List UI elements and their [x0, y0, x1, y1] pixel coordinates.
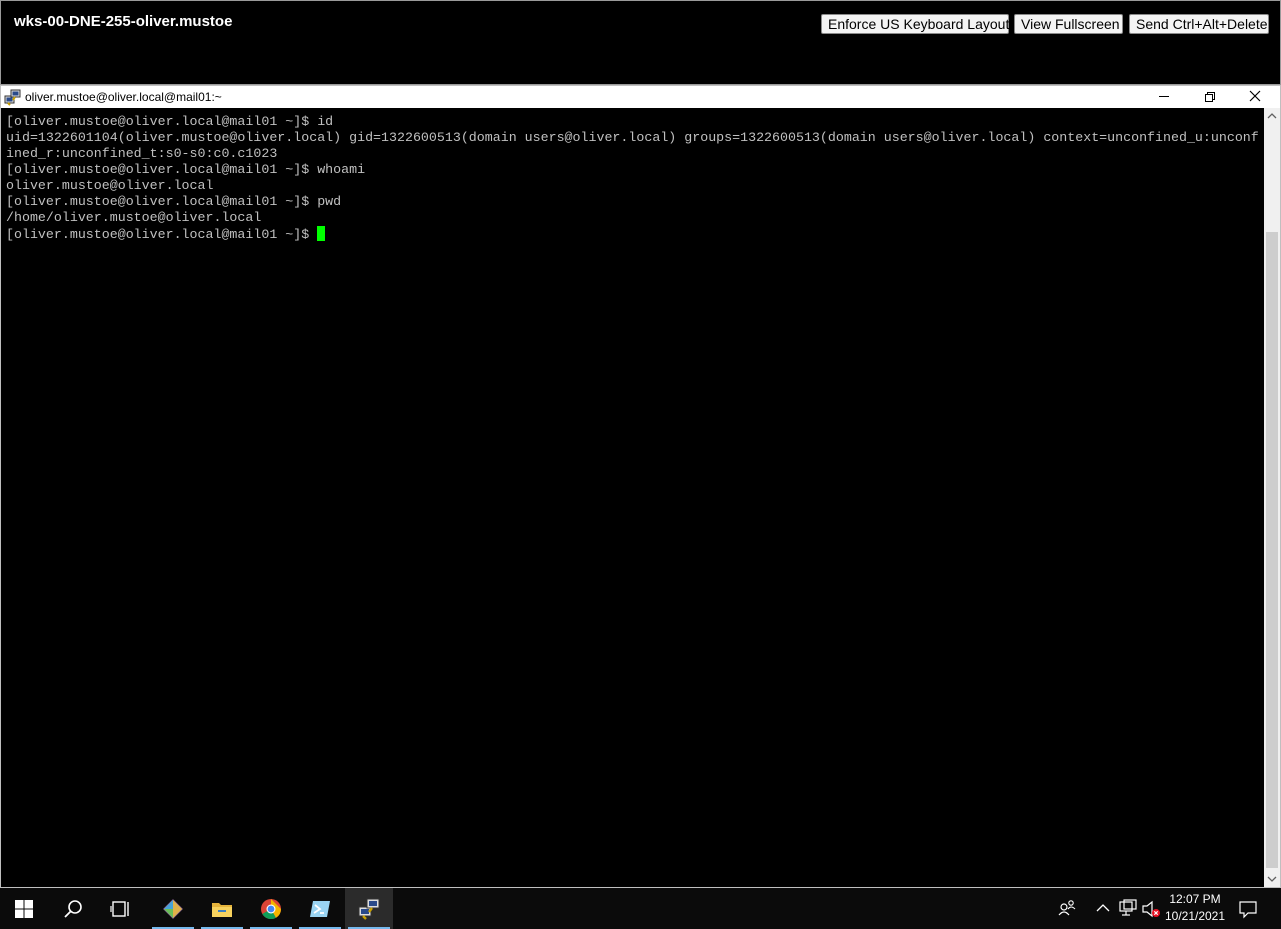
terminal-output[interactable]: [oliver.mustoe@oliver.local@mail01 ~]$ i… — [1, 108, 1264, 887]
taskbar-clock[interactable]: 12:07 PM 10/21/2021 — [1160, 891, 1230, 925]
putty-icon[interactable] — [4, 89, 21, 106]
task-view-icon — [110, 901, 129, 917]
network-icon[interactable] — [1118, 899, 1138, 917]
chevron-up-icon[interactable] — [1095, 901, 1111, 915]
view-fullscreen-button[interactable]: View Fullscreen — [1014, 14, 1123, 34]
terminal-line: uid=1322601104(oliver.mustoe@oliver.loca… — [6, 130, 1259, 145]
taskbar-git[interactable] — [149, 888, 197, 929]
session-title: wks-00-DNE-255-oliver.mustoe — [14, 13, 233, 30]
git-icon — [163, 899, 183, 919]
taskbar-chrome[interactable] — [247, 888, 295, 929]
clock-time: 12:07 PM — [1169, 892, 1221, 906]
taskbar: 12:07 PM 10/21/2021 — [0, 888, 1281, 929]
volume-muted-icon[interactable] — [1141, 899, 1161, 919]
terminal-line: [oliver.mustoe@oliver.local@mail01 ~]$ p… — [6, 194, 342, 209]
restore-button[interactable] — [1187, 86, 1231, 108]
terminal-line: [oliver.mustoe@oliver.local@mail01 ~]$ i… — [6, 114, 334, 129]
taskbar-powershell[interactable] — [296, 888, 344, 929]
close-icon — [1249, 90, 1261, 102]
taskbar-putty[interactable] — [345, 888, 393, 929]
minimize-icon — [1159, 96, 1169, 97]
taskbar-file-explorer[interactable] — [198, 888, 246, 929]
vertical-scrollbar[interactable] — [1264, 108, 1280, 887]
terminal-cursor — [317, 226, 326, 241]
scroll-up-icon[interactable] — [1264, 108, 1280, 124]
restore-icon — [1205, 92, 1215, 102]
terminal-line: ined_r:unconfined_t:s0-s0:c0.c1023 — [6, 146, 278, 161]
task-view-button[interactable] — [97, 888, 145, 929]
start-button[interactable] — [0, 888, 48, 929]
putty-icon — [358, 898, 380, 920]
minimize-button[interactable] — [1142, 86, 1186, 108]
close-button[interactable] — [1232, 86, 1276, 108]
terminal-prompt-line[interactable]: [oliver.mustoe@oliver.local@mail01 ~]$ — [6, 226, 326, 243]
terminal-window: oliver.mustoe@oliver.local@mail01:~ [oli… — [0, 85, 1281, 888]
clock-date: 10/21/2021 — [1164, 909, 1226, 923]
remote-console-header: wks-00-DNE-255-oliver.mustoe Enforce US … — [0, 0, 1281, 85]
terminal-prompt: [oliver.mustoe@oliver.local@mail01 ~]$ — [6, 227, 318, 242]
search-button[interactable] — [49, 888, 97, 929]
enforce-keyboard-layout-button[interactable]: Enforce US Keyboard Layout — [821, 14, 1009, 34]
notifications-icon[interactable] — [1238, 899, 1258, 919]
terminal-line: /home/oliver.mustoe@oliver.local — [6, 210, 262, 225]
terminal-line: oliver.mustoe@oliver.local — [6, 178, 214, 193]
people-icon[interactable] — [1058, 899, 1076, 917]
send-ctrl-alt-delete-button[interactable]: Send Ctrl+Alt+Delete — [1129, 14, 1269, 34]
windows-start-icon — [15, 900, 33, 918]
chrome-icon — [261, 899, 282, 920]
scroll-down-icon[interactable] — [1264, 871, 1280, 887]
window-titlebar[interactable]: oliver.mustoe@oliver.local@mail01:~ — [1, 86, 1280, 108]
window-title: oliver.mustoe@oliver.local@mail01:~ — [25, 90, 222, 104]
terminal-line: [oliver.mustoe@oliver.local@mail01 ~]$ w… — [6, 162, 366, 177]
search-icon — [64, 900, 82, 918]
scrollbar-thumb[interactable] — [1266, 232, 1278, 868]
file-explorer-icon — [212, 903, 232, 917]
powershell-icon — [310, 901, 330, 917]
